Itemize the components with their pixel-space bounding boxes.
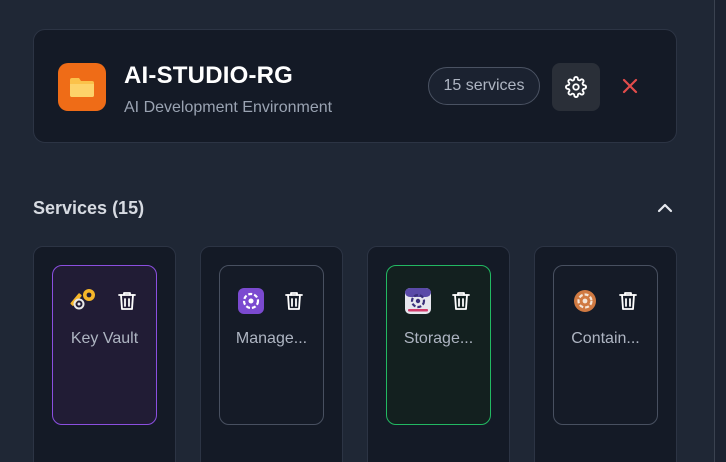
folder-icon — [58, 63, 106, 111]
trash-icon — [285, 292, 303, 310]
chevron-up-icon — [657, 203, 673, 213]
service-label: Storage... — [403, 330, 474, 347]
managed-identity-icon — [237, 287, 265, 315]
delete-service-button[interactable] — [615, 287, 641, 315]
delete-service-button[interactable] — [114, 287, 140, 315]
scrollbar-track[interactable] — [714, 0, 726, 462]
services-heading: Services (15) — [33, 198, 145, 218]
service-tile: Key Vault — [33, 246, 176, 462]
service-card-key-vault[interactable]: Key Vault — [52, 265, 157, 425]
trash-icon — [452, 292, 470, 310]
service-card-storage[interactable]: Storage... — [386, 265, 491, 425]
key-vault-icon — [70, 287, 98, 315]
delete-service-button[interactable] — [448, 287, 474, 315]
container-icon — [571, 287, 599, 315]
trash-icon — [619, 292, 637, 310]
storage-account-icon — [404, 287, 432, 315]
service-tile: Manage... — [200, 246, 343, 462]
resource-group-header: AI-STUDIO-RG AI Development Environment … — [33, 29, 677, 143]
collapse-services-button[interactable] — [650, 193, 680, 223]
close-icon — [622, 78, 638, 94]
resource-group-description: AI Development Environment — [124, 99, 333, 116]
service-card-container[interactable]: Contain... — [553, 265, 658, 425]
service-card-managed-identity[interactable]: Manage... — [219, 265, 324, 425]
service-tile: Storage... — [367, 246, 510, 462]
trash-icon — [118, 292, 136, 310]
settings-button[interactable] — [552, 63, 600, 111]
service-label: Key Vault — [70, 330, 139, 347]
service-tile: Contain... — [534, 246, 677, 462]
resource-group-title: AI-STUDIO-RG — [124, 62, 294, 89]
close-button[interactable] — [614, 70, 646, 102]
service-label: Contain... — [571, 330, 640, 347]
service-label: Manage... — [235, 330, 308, 347]
delete-service-button[interactable] — [281, 287, 307, 315]
service-count-badge: 15 services — [428, 67, 540, 105]
gear-icon — [565, 76, 587, 98]
